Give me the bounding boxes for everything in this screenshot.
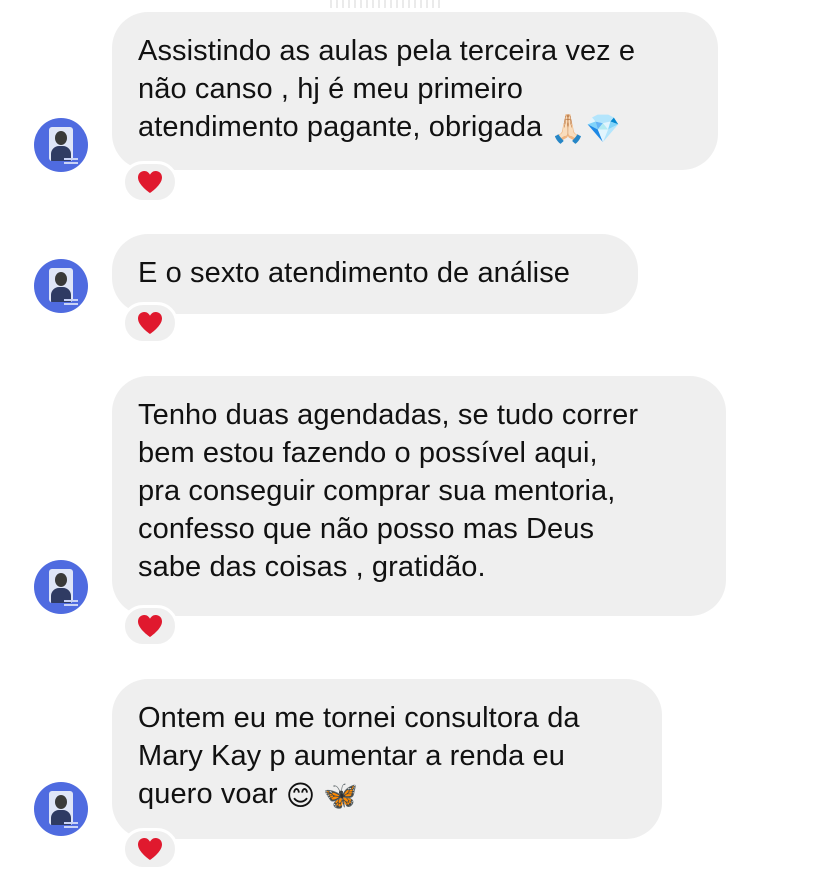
avatar-decoration: [64, 822, 78, 824]
avatar-photo: [49, 791, 73, 825]
butterfly-emoji: 🦋: [323, 779, 359, 812]
avatar-face: [55, 795, 67, 809]
message-text: Ontem eu me tornei consultora da Mary Ka…: [138, 702, 580, 810]
message-bubble[interactable]: Ontem eu me tornei consultora da Mary Ka…: [112, 679, 662, 839]
sender-avatar[interactable]: [34, 782, 88, 836]
smiling-face-emoji: 😊: [285, 779, 316, 812]
reaction-badge[interactable]: [122, 828, 178, 870]
message-thread: Assistindo as aulas pela terceira vez e …: [0, 0, 828, 885]
heart-icon: [137, 837, 163, 861]
message-item: Ontem eu me tornei consultora da Mary Ka…: [0, 0, 828, 885]
